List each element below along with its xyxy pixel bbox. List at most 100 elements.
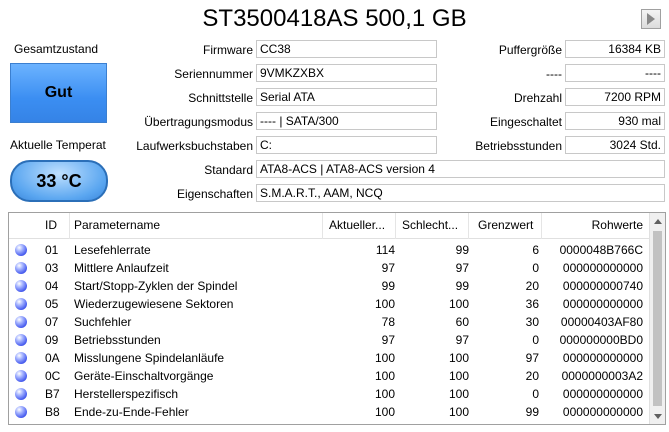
next-drive-button[interactable] xyxy=(641,9,661,29)
cell-id: 07 xyxy=(45,315,59,329)
cell-raw: 0000000003A2 xyxy=(561,369,643,383)
cell-worst: 97 xyxy=(455,333,469,347)
cell-raw: 000000000000 xyxy=(562,261,643,275)
table-header: ID Parametername Aktueller... Schlecht..… xyxy=(9,213,651,239)
arrow-down-icon xyxy=(653,413,662,419)
col-header-worst[interactable]: Schlecht... xyxy=(402,218,464,232)
cell-name: Ende-zu-Ende-Fehler xyxy=(74,405,189,419)
status-dot-icon xyxy=(15,316,27,328)
transfer-mode-field: ---- | SATA/300 xyxy=(256,112,437,130)
table-row[interactable]: 07 Suchfehler 78 60 30 00000403AF80 xyxy=(9,313,651,331)
cell-name: Mittlere Anlaufzeit xyxy=(74,261,169,275)
table-row[interactable]: 0C Geräte-Einschaltvorgänge 100 100 20 000000… xyxy=(9,367,651,385)
cell-current: 97 xyxy=(381,333,395,347)
power-on-hours-label: Betriebsstunden xyxy=(475,139,562,153)
col-header-current[interactable]: Aktueller... xyxy=(329,218,391,232)
table-scrollbar[interactable] xyxy=(649,213,665,424)
table-row[interactable]: 0A Misslungene Spindelanläufe 100 100 97 0000… xyxy=(9,349,651,367)
table-row[interactable]: 03 Mittlere Anlaufzeit 97 97 0 000000000000 xyxy=(9,259,651,277)
table-row[interactable]: B8 Ende-zu-Ende-Fehler 100 100 99 00000000000… xyxy=(9,403,651,421)
cell-threshold: 0 xyxy=(532,387,539,401)
buffer-size-label: Puffergröße xyxy=(498,43,562,57)
cell-worst: 100 xyxy=(448,351,469,365)
cell-raw: 000000000000 xyxy=(562,405,643,419)
firmware-label: Firmware xyxy=(203,43,253,57)
cell-threshold: 30 xyxy=(525,315,539,329)
cell-threshold: 99 xyxy=(525,405,539,419)
status-dot-icon xyxy=(15,406,27,418)
cell-threshold: 6 xyxy=(532,243,539,257)
table-row[interactable]: 05 Wiederzugewiesene Sektoren 100 100 36 0000… xyxy=(9,295,651,313)
table-row[interactable]: B7 Herstellerspezifisch 100 100 0 00000000000… xyxy=(9,385,651,403)
cell-id: B8 xyxy=(45,405,60,419)
cell-name: Suchfehler xyxy=(74,315,132,329)
health-status-badge[interactable]: Gut xyxy=(10,63,107,123)
power-on-count-label: Eingeschaltet xyxy=(489,115,562,129)
cell-id: 05 xyxy=(45,297,59,311)
cell-worst: 99 xyxy=(455,279,469,293)
cell-worst: 100 xyxy=(448,387,469,401)
interface-label: Schnittstelle xyxy=(188,91,253,105)
cell-worst: 99 xyxy=(455,243,469,257)
cell-raw: 000000000000 xyxy=(562,297,643,311)
table-row[interactable]: 04 Start/Stopp-Zyklen der Spindel 99 99 20 00… xyxy=(9,277,651,295)
cell-current: 99 xyxy=(381,279,395,293)
health-label: Gesamtzustand xyxy=(14,42,99,56)
power-on-hours-field: 3024 Std. xyxy=(565,136,665,154)
firmware-field: CC38 xyxy=(256,40,437,58)
cell-worst: 97 xyxy=(455,261,469,275)
serial-label: Seriennummer xyxy=(174,67,253,81)
smart-attributes-table[interactable]: ID Parametername Aktueller... Schlecht..… xyxy=(8,212,666,425)
cell-name: Herstellerspezifisch xyxy=(74,387,179,401)
drive-title: ST3500418AS 500,1 GB xyxy=(202,5,467,32)
cell-name: Start/Stopp-Zyklen der Spindel xyxy=(74,279,238,293)
transfer-mode-label: Übertragungsmodus xyxy=(144,115,253,129)
cell-threshold: 20 xyxy=(525,369,539,383)
table-row[interactable]: 09 Betriebsstunden 97 97 0 000000000BD0 xyxy=(9,331,651,349)
col-header-id[interactable]: ID xyxy=(45,218,57,232)
cell-id: B7 xyxy=(45,387,60,401)
cell-raw: 000000000740 xyxy=(562,279,643,293)
temperature-label: Aktuelle Temperat xyxy=(10,138,106,152)
features-field: S.M.A.R.T., AAM, NCQ xyxy=(256,184,665,202)
cell-name: Geräte-Einschaltvorgänge xyxy=(74,369,214,383)
rotation-label: Drehzahl xyxy=(513,91,562,105)
cell-current: 114 xyxy=(375,243,395,257)
status-dot-icon xyxy=(15,262,27,274)
cell-current: 100 xyxy=(374,405,395,419)
col-header-name[interactable]: Parametername xyxy=(74,218,160,232)
status-dot-icon xyxy=(15,352,27,364)
status-dot-icon xyxy=(15,370,27,382)
cell-name: Lesefehlerrate xyxy=(74,243,151,257)
serial-field: 9VMKZXBX xyxy=(256,64,437,82)
scroll-up-button[interactable] xyxy=(650,213,665,229)
scroll-thumb[interactable] xyxy=(653,231,662,406)
cell-id: 0C xyxy=(45,369,61,383)
cell-worst: 60 xyxy=(455,315,469,329)
cell-id: 04 xyxy=(45,279,59,293)
col-header-raw[interactable]: Rohwerte xyxy=(592,218,643,232)
nv-cache-field: ---- xyxy=(565,64,665,82)
status-dot-icon xyxy=(15,244,27,256)
cell-current: 100 xyxy=(374,351,395,365)
cell-current: 100 xyxy=(374,387,395,401)
cell-id: 03 xyxy=(45,261,59,275)
cell-name: Wiederzugewiesene Sektoren xyxy=(74,297,234,311)
cell-threshold: 0 xyxy=(532,261,539,275)
col-header-threshold[interactable]: Grenzwert xyxy=(478,218,540,232)
standard-field: ATA8-ACS | ATA8-ACS version 4 xyxy=(256,160,665,178)
temperature-badge[interactable]: 33 °C xyxy=(10,160,108,202)
cell-raw: 000000000000 xyxy=(562,387,643,401)
table-row[interactable]: 01 Lesefehlerrate 114 99 6 0000048B766C xyxy=(9,241,651,259)
cell-threshold: 36 xyxy=(525,297,539,311)
scroll-down-button[interactable] xyxy=(650,408,665,424)
cell-current: 100 xyxy=(374,297,395,311)
cell-id: 0A xyxy=(45,351,60,365)
status-dot-icon xyxy=(15,298,27,310)
cell-raw: 000000000BD0 xyxy=(559,333,643,347)
cell-raw: 000000000000 xyxy=(562,351,643,365)
cell-id: 01 xyxy=(45,243,59,257)
cell-worst: 100 xyxy=(448,405,469,419)
status-dot-icon xyxy=(15,280,27,292)
cell-raw: 00000403AF80 xyxy=(560,315,643,329)
